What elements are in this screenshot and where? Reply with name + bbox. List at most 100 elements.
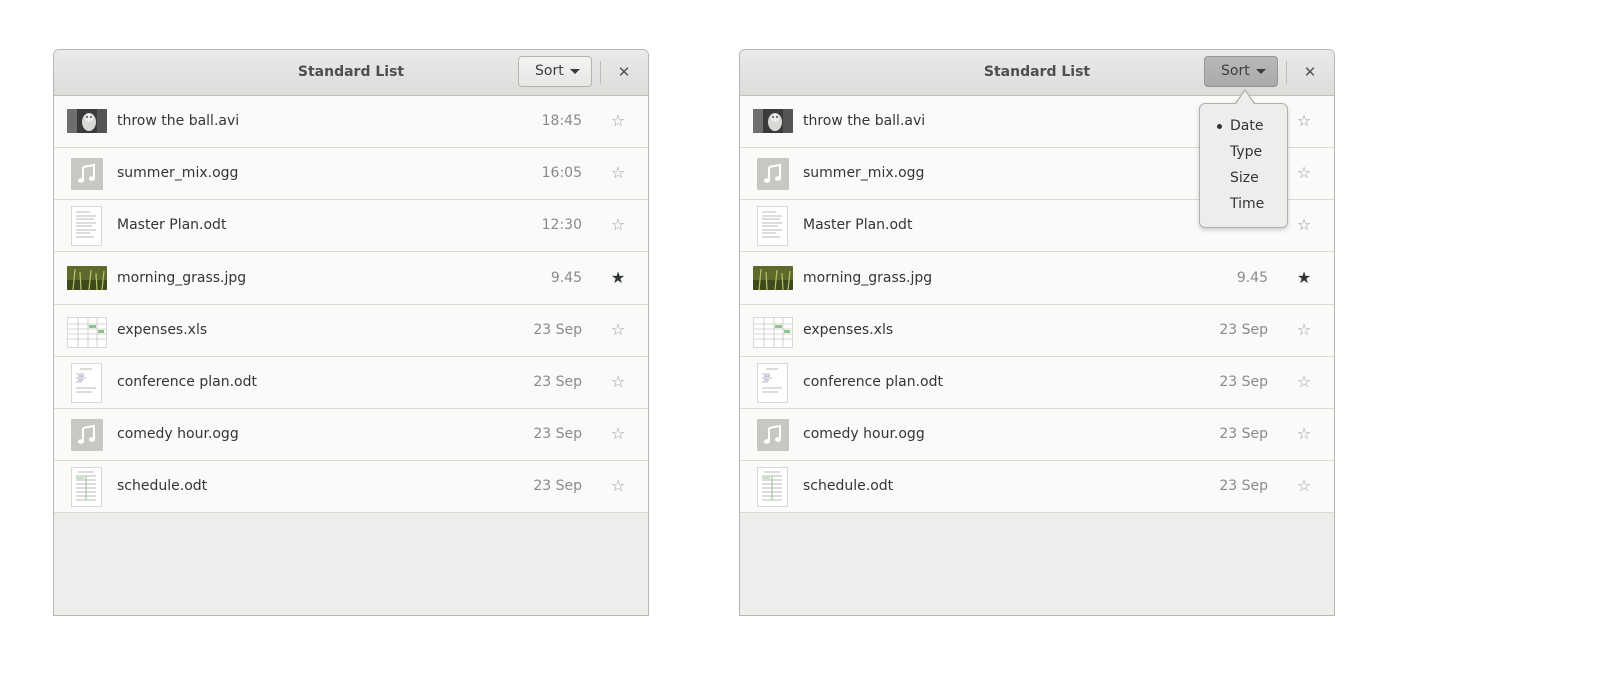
file-date: 23 Sep <box>1219 322 1268 338</box>
list-item[interactable]: Master Plan.odt 12:30 ☆ <box>54 200 648 252</box>
list-item[interactable]: schedule.odt 23 Sep ☆ <box>54 461 648 513</box>
sort-button-label: Sort <box>1221 63 1250 79</box>
video-thumbnail <box>753 109 793 133</box>
close-icon: ✕ <box>1303 63 1317 81</box>
star-outline-icon[interactable]: ☆ <box>607 357 629 407</box>
list-window: Standard List Sort ✕ throw the ball.avi … <box>53 49 649 616</box>
photo-thumbnail <box>753 266 793 290</box>
star-outline-icon[interactable]: ☆ <box>1293 96 1315 146</box>
file-name: comedy hour.ogg <box>117 426 239 442</box>
file-name: expenses.xls <box>117 322 208 338</box>
file-name: throw the ball.avi <box>117 113 240 129</box>
file-name: conference plan.odt <box>803 374 943 390</box>
sort-button[interactable]: Sort <box>1204 56 1278 87</box>
sort-option-date[interactable]: Date <box>1200 113 1287 139</box>
list-item[interactable]: summer_mix.ogg 16:05 ☆ <box>54 148 648 200</box>
close-button[interactable]: ✕ <box>614 62 634 82</box>
sort-button-label: Sort <box>535 63 564 79</box>
chevron-down-icon <box>1256 69 1266 74</box>
file-name: Master Plan.odt <box>117 217 227 233</box>
sort-option-size[interactable]: Size <box>1200 165 1287 191</box>
file-name: morning_grass.jpg <box>803 270 933 286</box>
spreadsheet-thumbnail <box>753 317 793 348</box>
file-date: 23 Sep <box>533 478 582 494</box>
sort-option-type[interactable]: Type <box>1200 139 1287 165</box>
star-outline-icon[interactable]: ☆ <box>1293 357 1315 407</box>
star-filled-icon[interactable]: ★ <box>607 252 629 304</box>
file-date: 23 Sep <box>533 322 582 338</box>
file-date: 23 Sep <box>1219 426 1268 442</box>
star-outline-icon[interactable]: ☆ <box>607 148 629 198</box>
list-item[interactable]: throw the ball.avi 18:45 ☆ <box>54 96 648 148</box>
file-name: summer_mix.ogg <box>803 165 925 181</box>
music-note-icon <box>757 419 789 451</box>
star-outline-icon[interactable]: ☆ <box>607 200 629 250</box>
star-outline-icon[interactable]: ☆ <box>1293 148 1315 198</box>
list-item[interactable]: morning_grass.jpg 9.45 ★ <box>54 252 648 305</box>
star-outline-icon[interactable]: ☆ <box>607 96 629 146</box>
selected-bullet-icon <box>1217 124 1222 129</box>
list-item[interactable]: schedule.odt 23 Sep ☆ <box>740 461 1334 513</box>
close-button[interactable]: ✕ <box>1300 62 1320 82</box>
file-date: 9.45 <box>1236 270 1268 286</box>
sort-popover: Date Type Size Time <box>1199 103 1288 228</box>
file-name: throw the ball.avi <box>803 113 926 129</box>
header-separator <box>600 61 601 84</box>
file-name: schedule.odt <box>117 478 208 494</box>
music-note-icon <box>757 158 789 190</box>
header-bar: Standard List Sort ✕ <box>54 50 648 96</box>
list-item[interactable]: conference plan.odt 23 Sep ☆ <box>54 357 648 409</box>
star-outline-icon[interactable]: ☆ <box>607 409 629 459</box>
list-item[interactable]: conference plan.odt 23 Sep ☆ <box>740 357 1334 409</box>
document-thumbnail <box>757 467 788 507</box>
chevron-down-icon <box>570 69 580 74</box>
star-outline-icon[interactable]: ☆ <box>607 461 629 511</box>
file-date: 23 Sep <box>533 374 582 390</box>
sort-button[interactable]: Sort <box>518 56 592 87</box>
sort-option-label: Date <box>1230 118 1264 134</box>
document-thumbnail <box>71 467 102 507</box>
sort-option-label: Size <box>1230 170 1259 186</box>
star-filled-icon[interactable]: ★ <box>1293 252 1315 304</box>
sort-option-label: Type <box>1230 144 1263 160</box>
list-item[interactable]: comedy hour.ogg 23 Sep ☆ <box>740 409 1334 461</box>
file-name: conference plan.odt <box>117 374 257 390</box>
star-outline-icon[interactable]: ☆ <box>1293 200 1315 250</box>
list-item[interactable]: expenses.xls 23 Sep ☆ <box>54 305 648 357</box>
document-thumbnail <box>757 363 788 403</box>
music-note-icon <box>71 158 103 190</box>
file-date: 23 Sep <box>1219 478 1268 494</box>
file-name: comedy hour.ogg <box>803 426 925 442</box>
file-name: Master Plan.odt <box>803 217 913 233</box>
file-name: summer_mix.ogg <box>117 165 239 181</box>
close-icon: ✕ <box>617 63 631 81</box>
document-thumbnail <box>71 363 102 403</box>
popover-arrow-fill <box>1236 91 1254 104</box>
document-thumbnail <box>757 206 788 246</box>
header-separator <box>1286 61 1287 84</box>
star-outline-icon[interactable]: ☆ <box>1293 409 1315 459</box>
file-name: morning_grass.jpg <box>117 270 247 286</box>
spreadsheet-thumbnail <box>67 317 107 348</box>
list-item[interactable]: comedy hour.ogg 23 Sep ☆ <box>54 409 648 461</box>
file-date: 23 Sep <box>1219 374 1268 390</box>
sort-option-label: Time <box>1230 196 1265 212</box>
music-note-icon <box>71 419 103 451</box>
file-name: schedule.odt <box>803 478 894 494</box>
file-date: 23 Sep <box>533 426 582 442</box>
file-name: expenses.xls <box>803 322 894 338</box>
file-date: 12:30 <box>541 217 582 233</box>
list-item[interactable]: morning_grass.jpg 9.45 ★ <box>740 252 1334 305</box>
document-thumbnail <box>71 206 102 246</box>
star-outline-icon[interactable]: ☆ <box>1293 305 1315 355</box>
list-item[interactable]: expenses.xls 23 Sep ☆ <box>740 305 1334 357</box>
file-date: 9.45 <box>550 270 582 286</box>
video-thumbnail <box>67 109 107 133</box>
file-date: 16:05 <box>541 165 582 181</box>
file-date: 18:45 <box>541 113 582 129</box>
file-list: throw the ball.avi 18:45 ☆ summer_mix.og… <box>54 96 648 513</box>
star-outline-icon[interactable]: ☆ <box>1293 461 1315 511</box>
star-outline-icon[interactable]: ☆ <box>607 305 629 355</box>
sort-option-time[interactable]: Time <box>1200 191 1287 217</box>
photo-thumbnail <box>67 266 107 290</box>
